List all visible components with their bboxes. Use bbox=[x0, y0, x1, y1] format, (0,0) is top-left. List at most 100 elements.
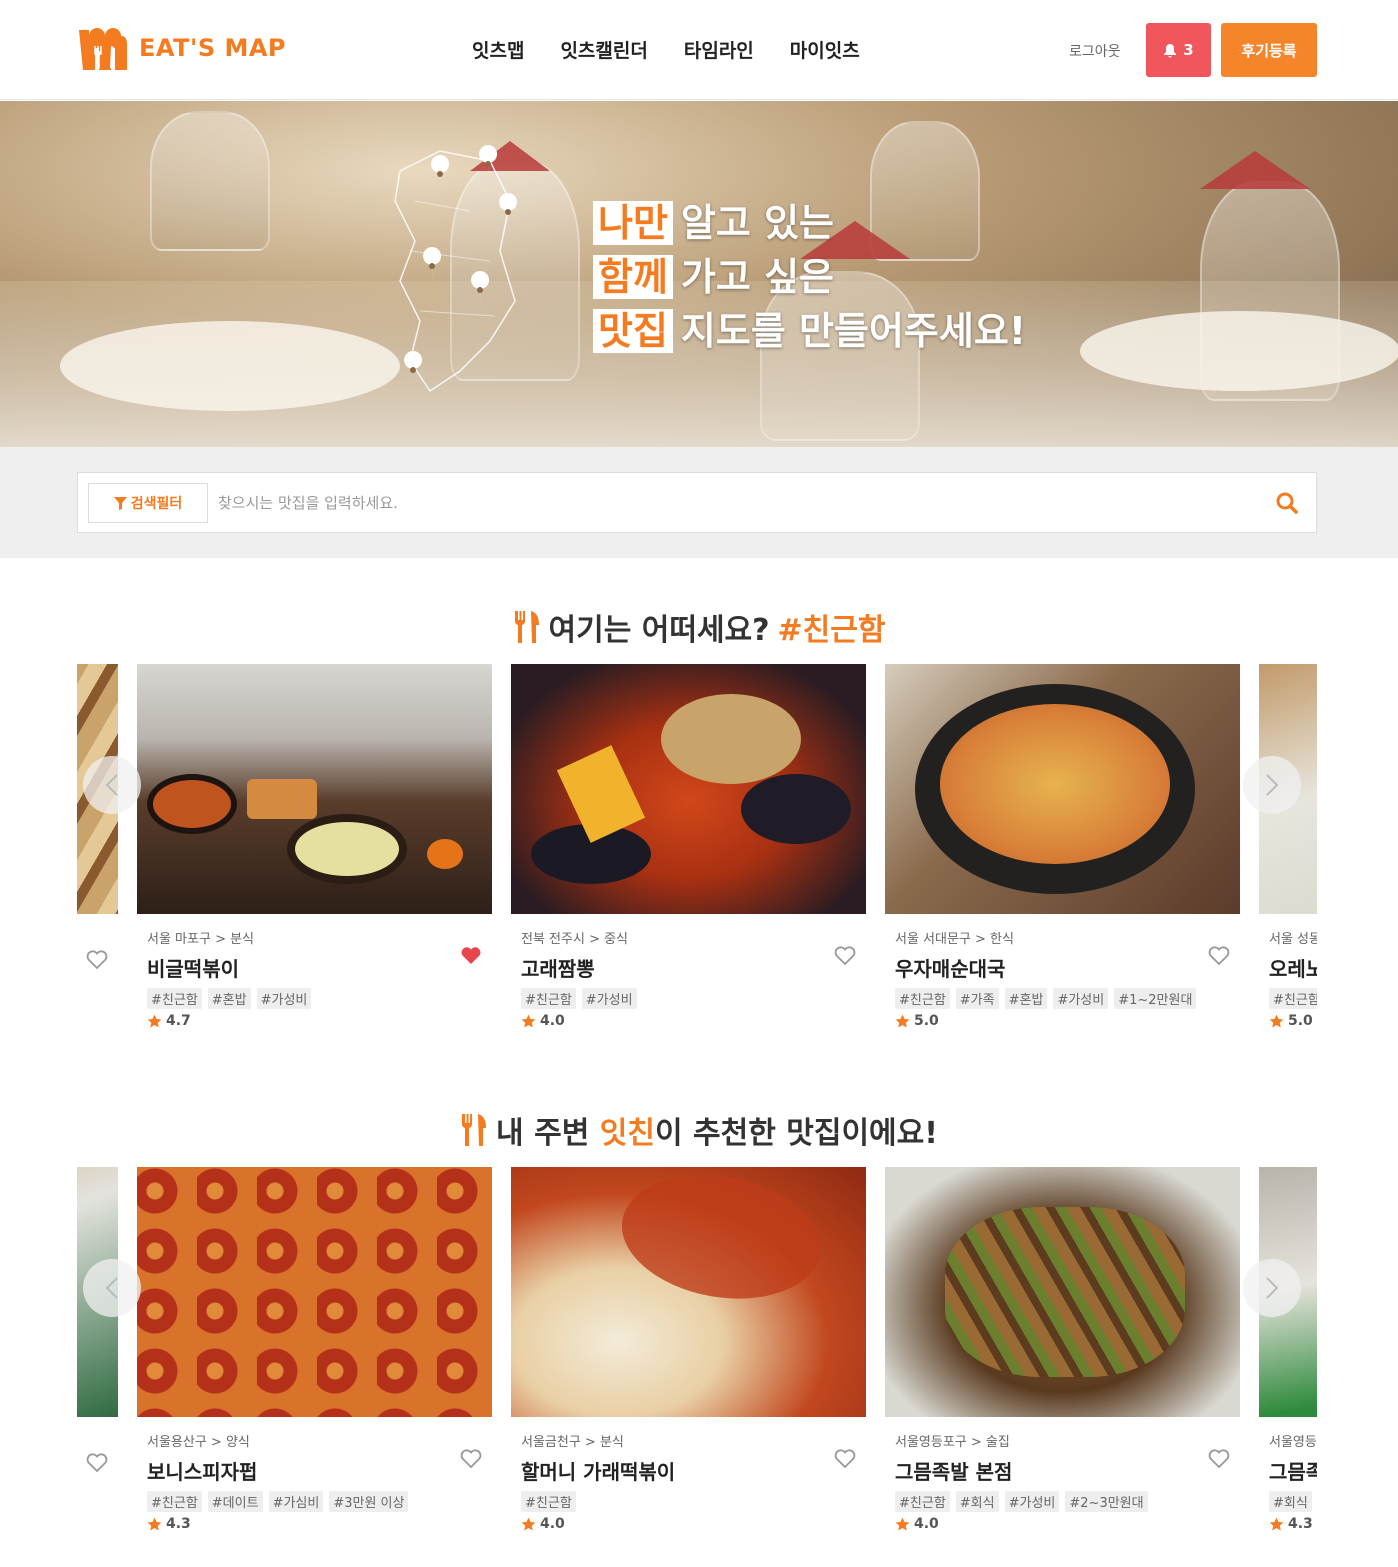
card-tag[interactable]: #친근함 bbox=[895, 1491, 950, 1512]
card-name[interactable]: 할머니 가래떡볶이 bbox=[521, 1456, 856, 1485]
hero-highlight-1: 나만 bbox=[593, 201, 673, 245]
card-location: 서울용산구 > 양식 bbox=[147, 1435, 250, 1450]
heart-icon[interactable] bbox=[834, 1449, 856, 1469]
hero-text-2: 가고 싶은 bbox=[680, 255, 834, 299]
card-location: 서울 서대문구 > 한식 bbox=[895, 932, 1014, 947]
logout-link[interactable]: 로그아웃 bbox=[1069, 41, 1121, 61]
card-rating: 5.0 bbox=[1269, 1013, 1317, 1029]
section-title-recommend: 여기는 어떠세요? #친근함 bbox=[0, 605, 1398, 649]
heart-icon[interactable] bbox=[460, 1449, 482, 1469]
heart-icon[interactable] bbox=[86, 1453, 108, 1473]
card-location: 서울영등 bbox=[1269, 1435, 1317, 1450]
filter-icon bbox=[113, 496, 127, 510]
card-tag[interactable]: #친근함 bbox=[147, 1491, 202, 1512]
carousel-next-button[interactable] bbox=[1243, 756, 1301, 814]
restaurant-card[interactable]: 서울금천구 > 분식 할머니 가래떡볶이 #친근함 4.0 bbox=[511, 1167, 866, 1532]
card-tag[interactable]: #데이트 bbox=[207, 1491, 263, 1512]
carousel-next-button[interactable] bbox=[1243, 1259, 1301, 1317]
card-tag[interactable]: #친근함 bbox=[895, 988, 950, 1009]
card-tag[interactable]: #가성비 bbox=[1053, 988, 1109, 1009]
section-title-prefix: 내 주변 bbox=[496, 1116, 590, 1151]
card-tag[interactable]: #친근함 bbox=[521, 1491, 576, 1512]
card-name[interactable]: 비글떡볶이 bbox=[147, 953, 482, 982]
card-tag[interactable]: #가족 bbox=[955, 988, 999, 1009]
card-location: 서울금천구 > 분식 bbox=[521, 1435, 624, 1450]
card-rating-value: 5.0 bbox=[1288, 1013, 1313, 1029]
restaurant-photo bbox=[137, 664, 492, 914]
header: EAT'S MAP 잇츠맵 잇츠캘린더 타임라인 마이잇츠 로그아웃 3 후기등… bbox=[0, 0, 1398, 100]
search-filter-button[interactable]: 검색필터 bbox=[88, 483, 208, 523]
chevron-left-icon bbox=[105, 774, 118, 796]
card-tag[interactable]: #혼밥 bbox=[1004, 988, 1048, 1009]
hero-highlight-2: 함께 bbox=[593, 255, 673, 299]
card-rating-value: 4.0 bbox=[540, 1013, 565, 1029]
heart-filled-icon[interactable] bbox=[460, 946, 482, 966]
card-tag[interactable]: #가성비 bbox=[581, 988, 637, 1009]
restaurant-card-partial[interactable]: 서울 성동 오레노 #친근함 5.0 bbox=[1259, 664, 1317, 1029]
card-location: 서울영등포구 > 술집 bbox=[895, 1435, 1010, 1450]
logo-icon bbox=[79, 28, 127, 70]
card-name[interactable]: 그믐족발 본점 bbox=[895, 1456, 1230, 1485]
section-title-accent: 잇친 bbox=[599, 1116, 655, 1151]
card-rating-value: 5.0 bbox=[914, 1013, 939, 1029]
logo[interactable]: EAT'S MAP bbox=[77, 26, 286, 70]
card-tag[interactable]: #친근함 bbox=[1269, 988, 1317, 1009]
card-name[interactable]: 우자매순대국 bbox=[895, 953, 1230, 982]
fork-knife-icon bbox=[462, 1114, 487, 1146]
restaurant-card[interactable]: 서울 서대문구 > 한식 우자매순대국 #친근함 #가족 #혼밥 #가성비 #1… bbox=[885, 664, 1240, 1029]
card-name[interactable]: 고래짬뽕 bbox=[521, 953, 856, 982]
star-icon bbox=[895, 1014, 910, 1027]
card-name[interactable]: 보니스피자펍 bbox=[147, 1456, 482, 1485]
carousel-prev-button[interactable] bbox=[83, 756, 141, 814]
restaurant-photo bbox=[885, 1167, 1240, 1417]
card-tag[interactable]: #혼밥 bbox=[207, 988, 251, 1009]
section-title-main: 여기는 어떠세요? bbox=[548, 613, 770, 648]
nav-timeline[interactable]: 타임라인 bbox=[684, 36, 754, 63]
hero-text-3: 지도를 만들어주세요! bbox=[680, 309, 1027, 353]
heart-icon[interactable] bbox=[1208, 1449, 1230, 1469]
star-icon bbox=[147, 1014, 162, 1027]
restaurant-card-partial[interactable]: 서울영등 그믐족 #회식 4.3 bbox=[1259, 1167, 1317, 1532]
restaurant-card[interactable]: 서울영등포구 > 술집 그믐족발 본점 #친근함 #회식 #가성비 #2~3만원… bbox=[885, 1167, 1240, 1532]
card-tag[interactable]: #가성비 bbox=[256, 988, 312, 1009]
card-rating: 4.3 bbox=[1269, 1516, 1317, 1532]
card-rating-value: 4.3 bbox=[166, 1516, 191, 1532]
fork-knife-icon bbox=[514, 611, 539, 643]
card-tag[interactable]: #친근함 bbox=[147, 988, 202, 1009]
nav-eats-map[interactable]: 잇츠맵 bbox=[472, 36, 524, 63]
card-rating-value: 4.7 bbox=[166, 1013, 191, 1029]
hero-copy: 나만 알고 있는 함께 가고 싶은 맛집 지도를 만들어주세요! bbox=[593, 201, 1026, 363]
restaurant-card[interactable]: 서울용산구 > 양식 보니스피자펍 #친근함 #데이트 #가심비 #3만원 이상… bbox=[137, 1167, 492, 1532]
restaurant-photo bbox=[511, 1167, 866, 1417]
nav-eats-calendar[interactable]: 잇츠캘린더 bbox=[560, 36, 647, 63]
carousel-recommend: 서울 마포구 > 분식 비글떡볶이 #친근함 #혼밥 #가성비 4.7 전북 전… bbox=[77, 664, 1317, 1044]
card-name[interactable]: 그믐족 bbox=[1269, 1456, 1317, 1485]
register-review-button[interactable]: 후기등록 bbox=[1221, 23, 1317, 77]
restaurant-card[interactable]: 전북 전주시 > 중식 고래짬뽕 #친근함 #가성비 4.0 bbox=[511, 664, 866, 1029]
card-tag[interactable]: #회식 bbox=[1269, 1491, 1312, 1512]
card-rating: 4.0 bbox=[521, 1516, 856, 1532]
star-icon bbox=[147, 1517, 162, 1530]
search-input[interactable] bbox=[218, 485, 1258, 521]
nav-my-eats[interactable]: 마이잇츠 bbox=[790, 36, 860, 63]
heart-icon[interactable] bbox=[86, 950, 108, 970]
card-tag[interactable]: #1~2만원대 bbox=[1114, 988, 1197, 1009]
card-location: 서울 마포구 > 분식 bbox=[147, 932, 255, 947]
heart-icon[interactable] bbox=[1208, 946, 1230, 966]
card-tag[interactable]: #가성비 bbox=[1004, 1491, 1060, 1512]
star-icon bbox=[521, 1517, 536, 1530]
hero-text-1: 알고 있는 bbox=[680, 201, 834, 245]
restaurant-card[interactable]: 서울 마포구 > 분식 비글떡볶이 #친근함 #혼밥 #가성비 4.7 bbox=[137, 664, 492, 1029]
card-tag[interactable]: #가심비 bbox=[268, 1491, 324, 1512]
heart-icon[interactable] bbox=[834, 946, 856, 966]
card-tag[interactable]: #회식 bbox=[955, 1491, 999, 1512]
notification-button[interactable]: 3 bbox=[1146, 23, 1211, 77]
search-icon[interactable] bbox=[1275, 491, 1299, 515]
card-rating: 4.7 bbox=[147, 1013, 482, 1029]
card-name[interactable]: 오레노 bbox=[1269, 953, 1317, 982]
carousel-prev-button[interactable] bbox=[83, 1259, 141, 1317]
chevron-left-icon bbox=[105, 1277, 118, 1299]
card-tag[interactable]: #친근함 bbox=[521, 988, 576, 1009]
card-tag[interactable]: #3만원 이상 bbox=[329, 1491, 409, 1512]
card-tag[interactable]: #2~3만원대 bbox=[1065, 1491, 1148, 1512]
